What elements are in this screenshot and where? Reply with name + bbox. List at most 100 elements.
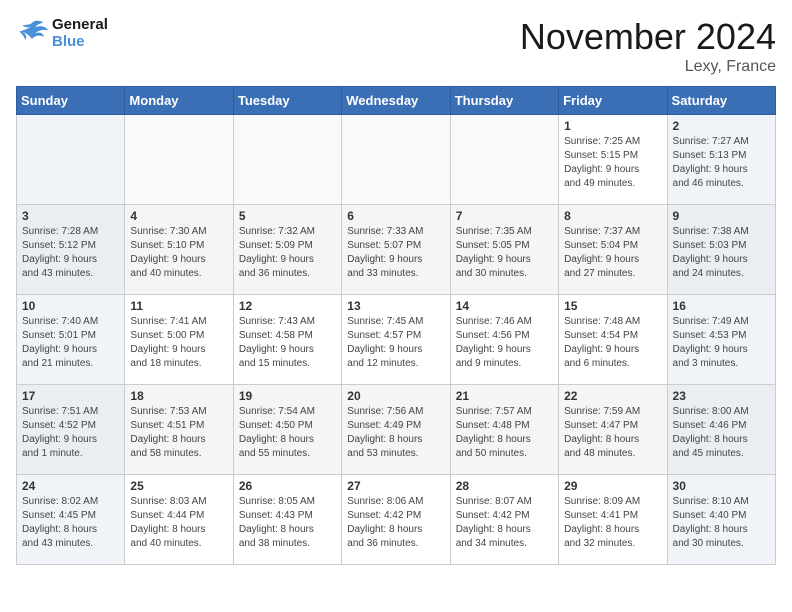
table-row: 23 Sunrise: 8:00 AM Sunset: 4:46 PM Dayli… [667,385,775,475]
day-info: Sunrise: 7:45 AM Sunset: 4:57 PM Dayligh… [347,315,444,371]
table-row [125,115,233,205]
month-title: November 2024 [520,16,776,58]
table-row: 7Sunrise: 7:35 AM Sunset: 5:05 PM Daylig… [450,205,558,295]
table-row: 11Sunrise: 7:41 AM Sunset: 5:00 PM Dayli… [125,295,233,385]
day-number: 30 [673,479,770,493]
day-number: 4 [130,209,227,223]
table-row [342,115,450,205]
table-row: 8 Sunrise: 7:37 AM Sunset: 5:04 PM Daylig… [559,205,667,295]
calendar-week-row: 1Sunrise: 7:25 AM Sunset: 5:15 PM Daylig… [17,115,776,205]
logo-icon [16,19,48,47]
table-row: 25Sunrise: 8:03 AM Sunset: 4:44 PM Dayli… [125,475,233,565]
calendar-week-row: 24 Sunrise: 8:02 AM Sunset: 4:45 PM Dayli… [17,475,776,565]
day-number: 17 [22,389,119,403]
table-row: 3 Sunrise: 7:28 AM Sunset: 5:12 PM Daylig… [17,205,125,295]
day-info: Sunrise: 7:33 AM Sunset: 5:07 PM Dayligh… [347,225,444,281]
calendar-table: Sunday Monday Tuesday Wednesday Thursday… [16,86,776,565]
col-sunday: Sunday [17,87,125,115]
day-number: 21 [456,389,553,403]
table-row: 10Sunrise: 7:40 AM Sunset: 5:01 PM Dayli… [17,295,125,385]
table-row [233,115,341,205]
day-info: Sunrise: 7:53 AM Sunset: 4:51 PM Dayligh… [130,405,227,461]
table-row: 16 Sunrise: 7:49 AM Sunset: 4:53 PM Dayli… [667,295,775,385]
day-number: 18 [130,389,227,403]
table-row: 26 Sunrise: 8:05 AM Sunset: 4:43 PM Dayli… [233,475,341,565]
day-info: Sunrise: 7:35 AM Sunset: 5:05 PM Dayligh… [456,225,553,281]
calendar-week-row: 17Sunrise: 7:51 AM Sunset: 4:52 PM Dayli… [17,385,776,475]
col-wednesday: Wednesday [342,87,450,115]
day-number: 10 [22,299,119,313]
day-number: 25 [130,479,227,493]
day-number: 5 [239,209,336,223]
day-number: 12 [239,299,336,313]
day-info: Sunrise: 7:57 AM Sunset: 4:48 PM Dayligh… [456,405,553,461]
day-number: 14 [456,299,553,313]
table-row: 15 Sunrise: 7:48 AM Sunset: 4:54 PM Dayli… [559,295,667,385]
day-info: Sunrise: 8:05 AM Sunset: 4:43 PM Dayligh… [239,495,336,551]
day-info: Sunrise: 8:09 AM Sunset: 4:41 PM Dayligh… [564,495,661,551]
table-row: 21 Sunrise: 7:57 AM Sunset: 4:48 PM Dayli… [450,385,558,475]
col-thursday: Thursday [450,87,558,115]
table-row [17,115,125,205]
day-number: 15 [564,299,661,313]
day-info: Sunrise: 7:49 AM Sunset: 4:53 PM Dayligh… [673,315,770,371]
page-header: General Blue November 2024 Lexy, France [16,16,776,76]
table-row: 29 Sunrise: 8:09 AM Sunset: 4:41 PM Dayli… [559,475,667,565]
col-friday: Friday [559,87,667,115]
title-block: November 2024 Lexy, France [520,16,776,76]
day-info: Sunrise: 7:28 AM Sunset: 5:12 PM Dayligh… [22,225,119,281]
day-info: Sunrise: 7:59 AM Sunset: 4:47 PM Dayligh… [564,405,661,461]
table-row: 14 Sunrise: 7:46 AM Sunset: 4:56 PM Dayli… [450,295,558,385]
location: Lexy, France [520,58,776,76]
table-row: 27Sunrise: 8:06 AM Sunset: 4:42 PM Dayli… [342,475,450,565]
day-info: Sunrise: 7:46 AM Sunset: 4:56 PM Dayligh… [456,315,553,371]
day-info: Sunrise: 8:02 AM Sunset: 4:45 PM Dayligh… [22,495,119,551]
table-row: 30 Sunrise: 8:10 AM Sunset: 4:40 PM Dayli… [667,475,775,565]
day-number: 2 [673,119,770,133]
day-number: 29 [564,479,661,493]
day-number: 27 [347,479,444,493]
day-info: Sunrise: 7:27 AM Sunset: 5:13 PM Dayligh… [673,135,770,191]
day-number: 3 [22,209,119,223]
day-number: 9 [673,209,770,223]
table-row: 17Sunrise: 7:51 AM Sunset: 4:52 PM Dayli… [17,385,125,475]
table-row: 28 Sunrise: 8:07 AM Sunset: 4:42 PM Dayli… [450,475,558,565]
day-info: Sunrise: 8:10 AM Sunset: 4:40 PM Dayligh… [673,495,770,551]
col-saturday: Saturday [667,87,775,115]
day-info: Sunrise: 7:32 AM Sunset: 5:09 PM Dayligh… [239,225,336,281]
day-info: Sunrise: 7:37 AM Sunset: 5:04 PM Dayligh… [564,225,661,281]
day-number: 24 [22,479,119,493]
day-info: Sunrise: 7:30 AM Sunset: 5:10 PM Dayligh… [130,225,227,281]
day-number: 8 [564,209,661,223]
table-row: 20 Sunrise: 7:56 AM Sunset: 4:49 PM Dayli… [342,385,450,475]
day-info: Sunrise: 7:25 AM Sunset: 5:15 PM Dayligh… [564,135,661,191]
table-row: 5 Sunrise: 7:32 AM Sunset: 5:09 PM Daylig… [233,205,341,295]
day-number: 28 [456,479,553,493]
day-number: 6 [347,209,444,223]
day-info: Sunrise: 7:41 AM Sunset: 5:00 PM Dayligh… [130,315,227,371]
day-number: 26 [239,479,336,493]
day-info: Sunrise: 8:00 AM Sunset: 4:46 PM Dayligh… [673,405,770,461]
table-row: 6 Sunrise: 7:33 AM Sunset: 5:07 PM Daylig… [342,205,450,295]
day-number: 22 [564,389,661,403]
day-info: Sunrise: 7:48 AM Sunset: 4:54 PM Dayligh… [564,315,661,371]
calendar-week-row: 10Sunrise: 7:40 AM Sunset: 5:01 PM Dayli… [17,295,776,385]
table-row: 18 Sunrise: 7:53 AM Sunset: 4:51 PM Dayli… [125,385,233,475]
day-info: Sunrise: 7:38 AM Sunset: 5:03 PM Dayligh… [673,225,770,281]
day-info: Sunrise: 8:07 AM Sunset: 4:42 PM Dayligh… [456,495,553,551]
table-row: 19Sunrise: 7:54 AM Sunset: 4:50 PM Dayli… [233,385,341,475]
logo-text: General Blue [52,16,108,50]
calendar-header-row: Sunday Monday Tuesday Wednesday Thursday… [17,87,776,115]
day-info: Sunrise: 7:54 AM Sunset: 4:50 PM Dayligh… [239,405,336,461]
day-number: 16 [673,299,770,313]
table-row: 22 Sunrise: 7:59 AM Sunset: 4:47 PM Dayli… [559,385,667,475]
table-row: 4 Sunrise: 7:30 AM Sunset: 5:10 PM Daylig… [125,205,233,295]
day-info: Sunrise: 7:56 AM Sunset: 4:49 PM Dayligh… [347,405,444,461]
col-monday: Monday [125,87,233,115]
table-row: 9 Sunrise: 7:38 AM Sunset: 5:03 PM Daylig… [667,205,775,295]
day-number: 20 [347,389,444,403]
table-row [450,115,558,205]
table-row: 1Sunrise: 7:25 AM Sunset: 5:15 PM Daylig… [559,115,667,205]
day-number: 23 [673,389,770,403]
col-tuesday: Tuesday [233,87,341,115]
